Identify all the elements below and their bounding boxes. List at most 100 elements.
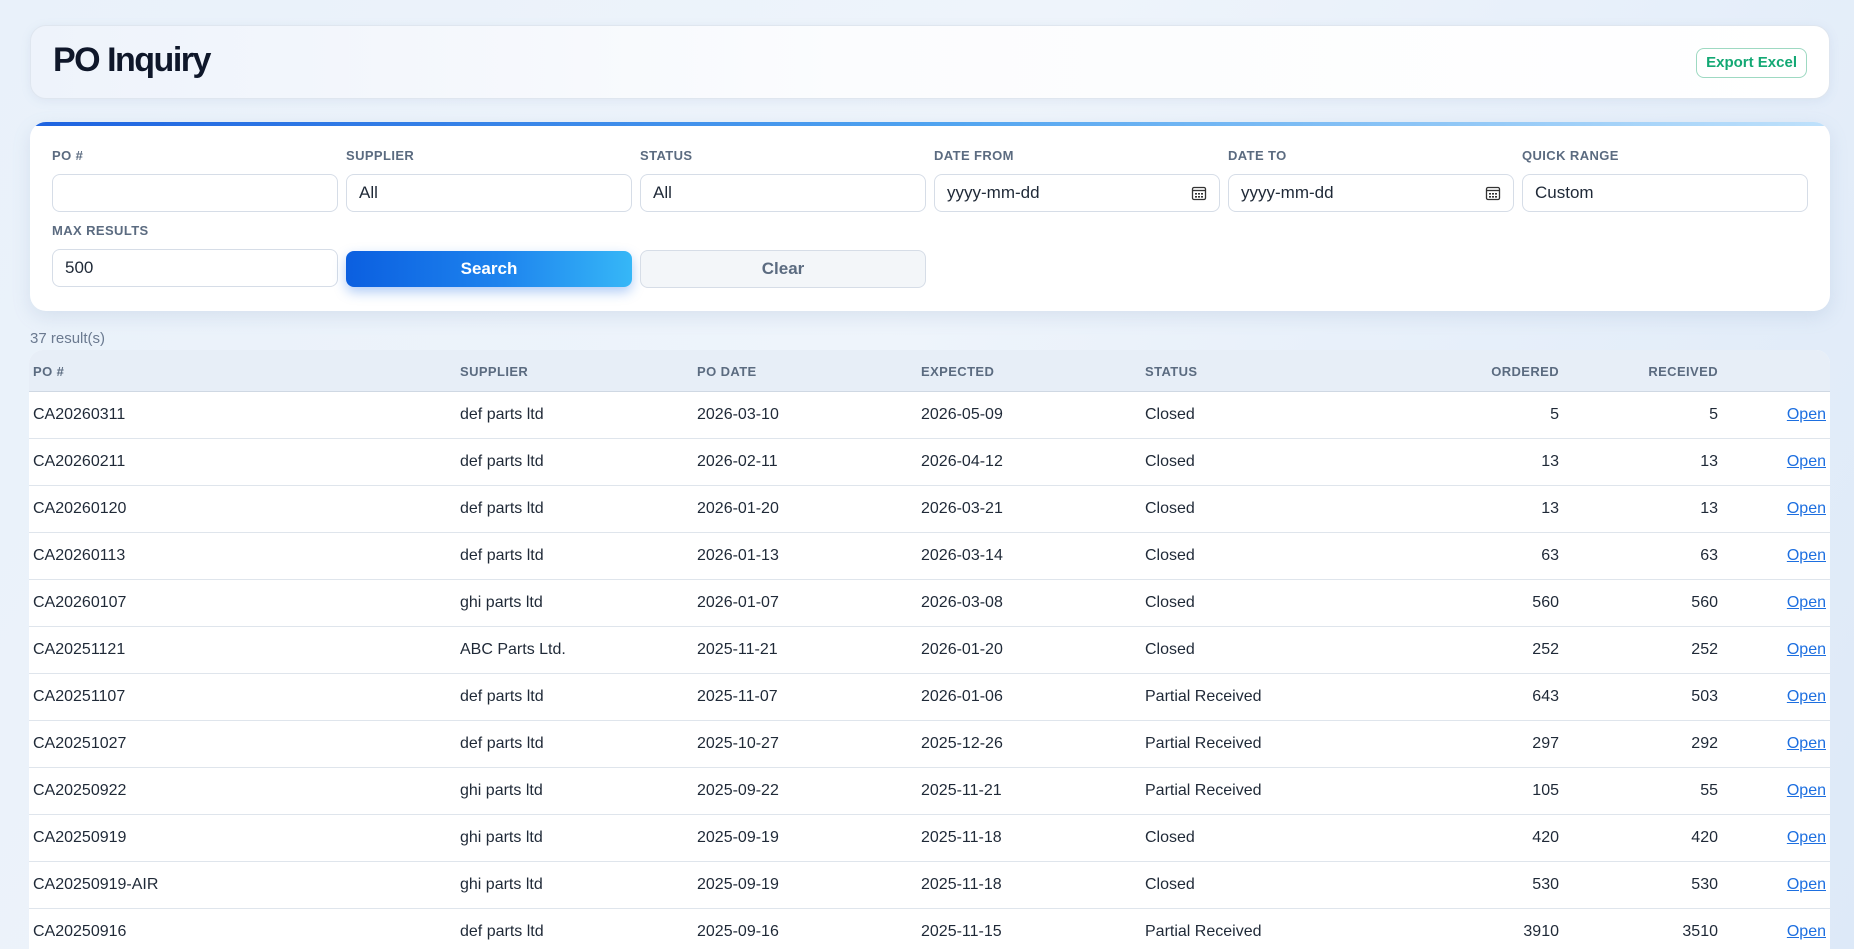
- quick-range-select[interactable]: Custom: [1522, 174, 1808, 212]
- cell-status: Partial Received: [1145, 782, 1262, 799]
- cell-ordered: 3910: [1523, 923, 1559, 940]
- cell-status: Closed: [1145, 453, 1195, 470]
- cell-received: 420: [1691, 829, 1718, 846]
- cell-expected-date: 2025-11-21: [921, 782, 1002, 799]
- open-po-link[interactable]: Open: [1787, 641, 1826, 659]
- cell-received: 13: [1700, 500, 1718, 517]
- open-po-link[interactable]: Open: [1787, 594, 1826, 612]
- cell-po-number: CA20250919: [33, 829, 127, 846]
- table-row: CA20251107 def parts ltd 2025-11-07 2026-01…: [29, 674, 1830, 721]
- cell-po-number: CA20260120: [33, 500, 127, 517]
- open-po-link[interactable]: Open: [1787, 735, 1826, 753]
- cell-supplier: ghi parts ltd: [460, 782, 543, 799]
- column-header-po-date[interactable]: PO DATE: [697, 364, 757, 379]
- cell-po-date: 2025-09-19: [697, 829, 779, 846]
- cell-received: 5: [1709, 406, 1718, 423]
- table-row: CA20260120 def parts ltd 2026-01-20 2026-03…: [29, 486, 1830, 533]
- cell-ordered: 13: [1541, 500, 1559, 517]
- table-row: CA20260211 def parts ltd 2026-02-11 2026-04…: [29, 439, 1830, 486]
- date-from-input[interactable]: yyyy-mm-dd: [934, 174, 1220, 212]
- cell-expected-date: 2025-11-18: [921, 829, 1002, 846]
- cell-status: Partial Received: [1145, 688, 1262, 705]
- cell-ordered: 13: [1541, 453, 1559, 470]
- cell-po-number: CA20251027: [33, 735, 127, 752]
- open-po-link[interactable]: Open: [1787, 406, 1826, 424]
- cell-supplier: ghi parts ltd: [460, 829, 543, 846]
- table-header-row: PO # SUPPLIER PO DATE EXPECTED STATUS OR…: [29, 350, 1830, 392]
- quick-range-label: QUICK RANGE: [1522, 148, 1619, 163]
- cell-ordered: 252: [1532, 641, 1559, 658]
- open-po-link[interactable]: Open: [1787, 829, 1826, 847]
- cell-po-number: CA20260107: [33, 594, 127, 611]
- cell-po-date: 2026-01-13: [697, 547, 779, 564]
- column-header-ordered[interactable]: ORDERED: [1491, 364, 1559, 379]
- status-select[interactable]: All: [640, 174, 926, 212]
- cell-status: Closed: [1145, 406, 1195, 423]
- cell-ordered: 5: [1550, 406, 1559, 423]
- filter-panel-accent: [30, 122, 1830, 126]
- results-table: PO # SUPPLIER PO DATE EXPECTED STATUS OR…: [29, 350, 1830, 949]
- supplier-select[interactable]: All: [346, 174, 632, 212]
- cell-ordered: 63: [1541, 547, 1559, 564]
- open-po-link[interactable]: Open: [1787, 876, 1826, 894]
- date-to-input[interactable]: yyyy-mm-dd: [1228, 174, 1514, 212]
- cell-status: Closed: [1145, 547, 1195, 564]
- page-header: PO Inquiry Export Excel: [30, 25, 1830, 99]
- date-to-value: yyyy-mm-dd: [1241, 183, 1334, 202]
- cell-po-date: 2025-09-16: [697, 923, 779, 940]
- clear-button[interactable]: Clear: [640, 250, 926, 288]
- open-po-link[interactable]: Open: [1787, 688, 1826, 706]
- calendar-icon[interactable]: [1191, 185, 1207, 201]
- cell-status: Closed: [1145, 500, 1195, 517]
- cell-supplier: def parts ltd: [460, 923, 544, 940]
- cell-supplier: def parts ltd: [460, 453, 544, 470]
- cell-po-date: 2025-09-22: [697, 782, 779, 799]
- table-row: CA20251121 ABC Parts Ltd. 2025-11-21 2026-0…: [29, 627, 1830, 674]
- export-excel-button[interactable]: Export Excel: [1696, 48, 1807, 78]
- calendar-icon[interactable]: [1485, 185, 1501, 201]
- cell-supplier: def parts ltd: [460, 500, 544, 517]
- cell-supplier: def parts ltd: [460, 735, 544, 752]
- column-header-status[interactable]: STATUS: [1145, 364, 1197, 379]
- cell-po-number: CA20260113: [33, 547, 126, 564]
- cell-po-date: 2025-11-07: [697, 688, 778, 705]
- column-header-expected[interactable]: EXPECTED: [921, 364, 994, 379]
- cell-po-date: 2025-09-19: [697, 876, 779, 893]
- table-row: CA20250919-AIR ghi parts ltd 2025-09-19 202…: [29, 862, 1830, 909]
- table-row: CA20250919 ghi parts ltd 2025-09-19 2025-11…: [29, 815, 1830, 862]
- cell-po-date: 2025-11-21: [697, 641, 778, 658]
- open-po-link[interactable]: Open: [1787, 453, 1826, 471]
- cell-expected-date: 2026-05-09: [921, 406, 1003, 423]
- open-po-link[interactable]: Open: [1787, 547, 1826, 565]
- column-header-supplier[interactable]: SUPPLIER: [460, 364, 528, 379]
- cell-received: 63: [1700, 547, 1718, 564]
- cell-po-number: CA20260211: [33, 453, 126, 470]
- cell-received: 3510: [1682, 923, 1718, 940]
- search-button[interactable]: Search: [346, 251, 632, 287]
- column-header-po[interactable]: PO #: [33, 364, 64, 379]
- table-row: CA20260311 def parts ltd 2026-03-10 2026-05…: [29, 392, 1830, 439]
- cell-status: Closed: [1145, 641, 1195, 658]
- cell-received: 560: [1691, 594, 1718, 611]
- open-po-link[interactable]: Open: [1787, 782, 1826, 800]
- open-po-link[interactable]: Open: [1787, 500, 1826, 518]
- cell-po-date: 2025-10-27: [697, 735, 779, 752]
- result-count: 37 result(s): [30, 330, 106, 347]
- cell-expected-date: 2026-03-14: [921, 547, 1003, 564]
- column-header-received[interactable]: RECEIVED: [1648, 364, 1718, 379]
- cell-expected-date: 2026-01-06: [921, 688, 1003, 705]
- open-po-link[interactable]: Open: [1787, 923, 1826, 941]
- cell-status: Closed: [1145, 829, 1195, 846]
- cell-supplier: def parts ltd: [460, 688, 544, 705]
- cell-po-number: CA20251121: [33, 641, 126, 658]
- page-title: PO Inquiry: [53, 41, 211, 79]
- po-number-input[interactable]: [52, 174, 338, 212]
- cell-ordered: 643: [1532, 688, 1559, 705]
- cell-received: 503: [1691, 688, 1718, 705]
- table-row: CA20251027 def parts ltd 2025-10-27 2025-12…: [29, 721, 1830, 768]
- max-results-input[interactable]: 500: [52, 249, 338, 287]
- cell-po-number: CA20250922: [33, 782, 127, 799]
- table-row: CA20250916 def parts ltd 2025-09-16 2025-11…: [29, 909, 1830, 949]
- cell-supplier: ghi parts ltd: [460, 876, 543, 893]
- cell-po-number: CA20250916: [33, 923, 127, 940]
